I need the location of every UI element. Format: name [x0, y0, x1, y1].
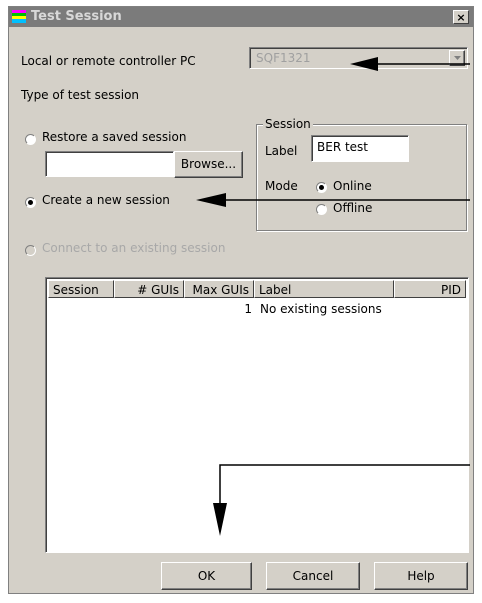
arrow-head-controller	[350, 57, 378, 71]
arrow-head-ok	[213, 503, 227, 536]
annotation-arrows	[196, 57, 470, 536]
arrow-head-create-session	[196, 193, 226, 207]
arrow-to-ok	[219, 464, 470, 505]
